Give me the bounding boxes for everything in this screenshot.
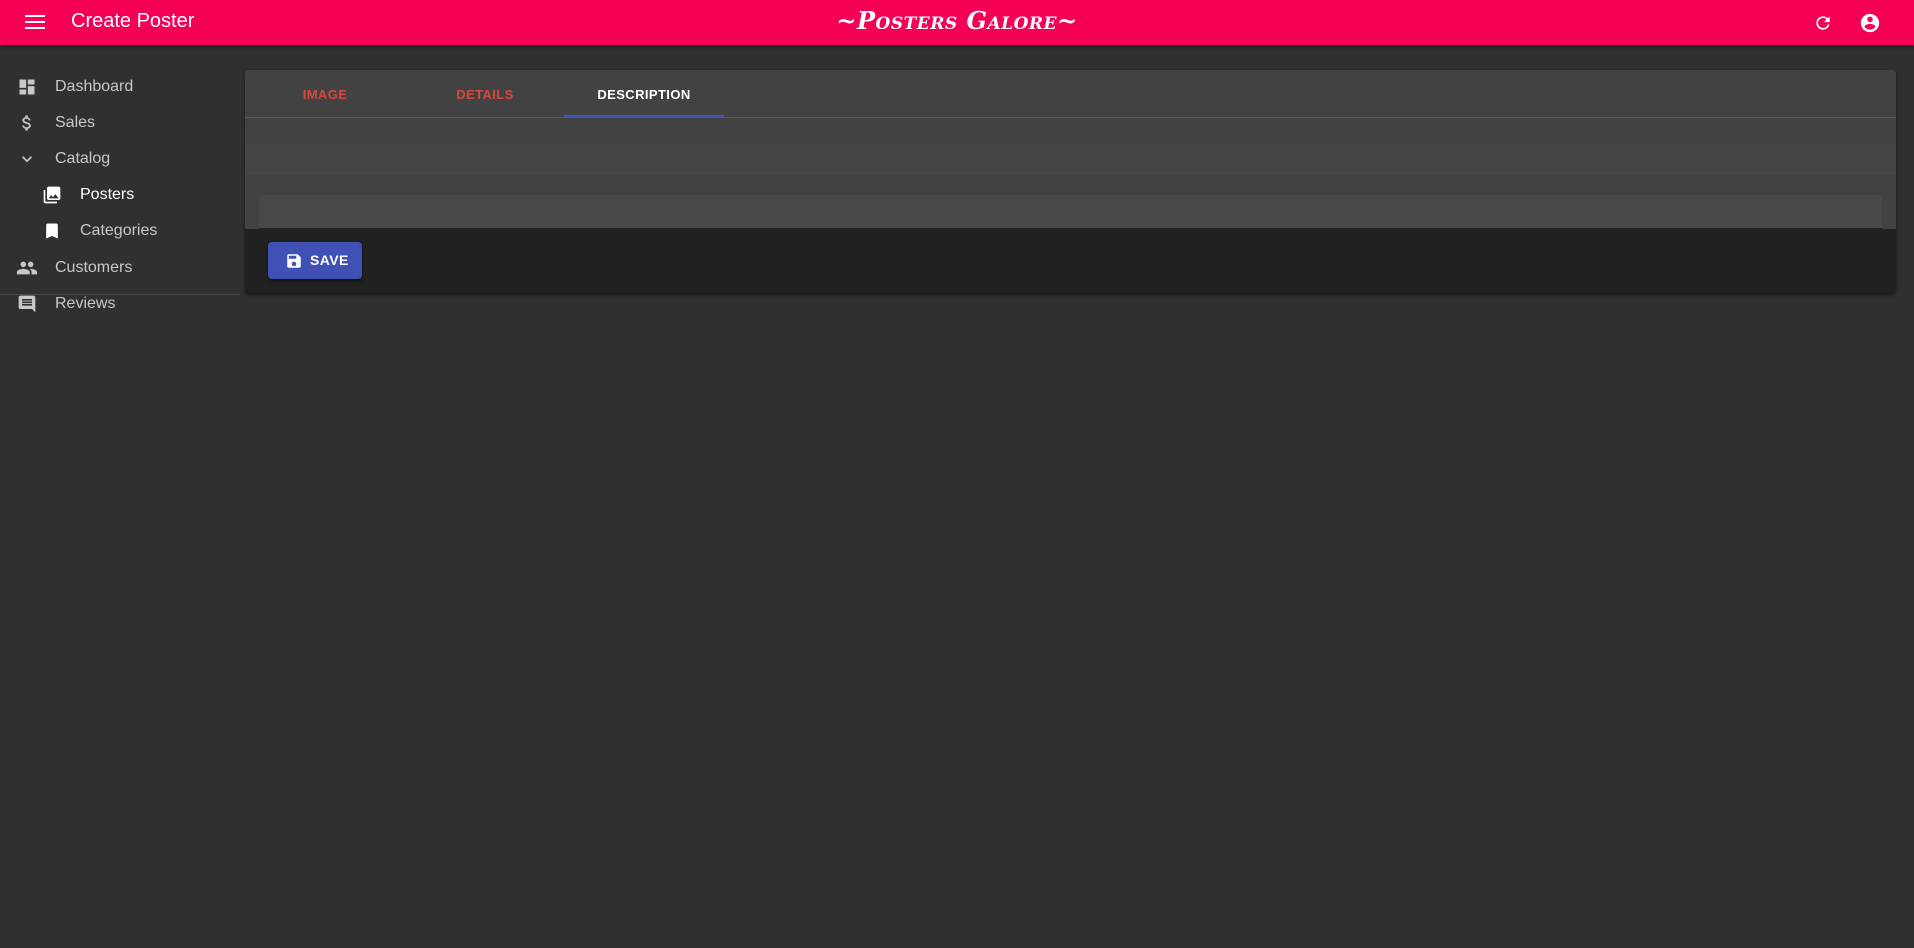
sidebar-item-sales[interactable]: Sales: [0, 105, 240, 141]
bookmark-icon: [40, 219, 64, 243]
sidebar-item-label: Reviews: [55, 295, 116, 312]
menu-button[interactable]: [16, 6, 54, 38]
account-circle-icon: [1860, 13, 1880, 33]
sidebar-item-label: Categories: [80, 222, 158, 239]
tab-indicator: [564, 115, 724, 118]
collections-icon: [40, 183, 64, 207]
chevron-down-icon: [15, 147, 39, 171]
sidebar-item-dashboard[interactable]: Dashboard: [0, 69, 240, 105]
people-icon: [15, 256, 39, 280]
sidebar-item-reviews[interactable]: Reviews: [0, 286, 240, 322]
tab-description[interactable]: DESCRIPTION: [564, 70, 724, 118]
sidebar-item-categories[interactable]: Categories: [0, 213, 240, 249]
sidebar-item-label: Customers: [55, 259, 133, 276]
form-content: [245, 119, 1896, 175]
page-title: Create Poster: [71, 10, 195, 32]
poster-create-form: IMAGE DETAILS DESCRIPTION SAVE: [245, 70, 1896, 294]
sidebar-item-label: Dashboard: [55, 78, 134, 95]
dashboard-icon: [15, 75, 39, 99]
sidebar-item-catalog[interactable]: Catalog: [0, 141, 240, 177]
brand-logo: ~Posters Galore~: [836, 6, 1078, 35]
tab-image[interactable]: IMAGE: [245, 70, 405, 118]
sidebar-item-customers[interactable]: Customers: [0, 250, 240, 286]
menu-icon: [25, 15, 45, 29]
refresh-button[interactable]: [1806, 6, 1840, 40]
sidebar-item-posters[interactable]: Posters: [0, 177, 240, 213]
account-button[interactable]: [1853, 6, 1887, 40]
save-button[interactable]: SAVE: [268, 242, 362, 279]
sidebar-item-label: Catalog: [55, 150, 111, 167]
form-tabs: IMAGE DETAILS DESCRIPTION: [245, 70, 1896, 118]
refresh-icon: [1816, 16, 1830, 30]
save-button-label: SAVE: [310, 252, 349, 268]
tab-details[interactable]: DETAILS: [405, 70, 565, 118]
form-toolbar: SAVE: [245, 229, 1896, 294]
sidebar-item-label: Posters: [80, 186, 135, 203]
dollar-icon: [15, 111, 39, 135]
sidebar-item-label: Sales: [55, 114, 96, 131]
app-bar: Create Poster ~Posters Galore~: [0, 0, 1914, 45]
sidebar: Dashboard Sales Catalog Posters Categori…: [0, 45, 240, 948]
save-icon: [287, 254, 301, 268]
comment-icon: [15, 292, 39, 316]
description-input[interactable]: [259, 195, 1882, 229]
